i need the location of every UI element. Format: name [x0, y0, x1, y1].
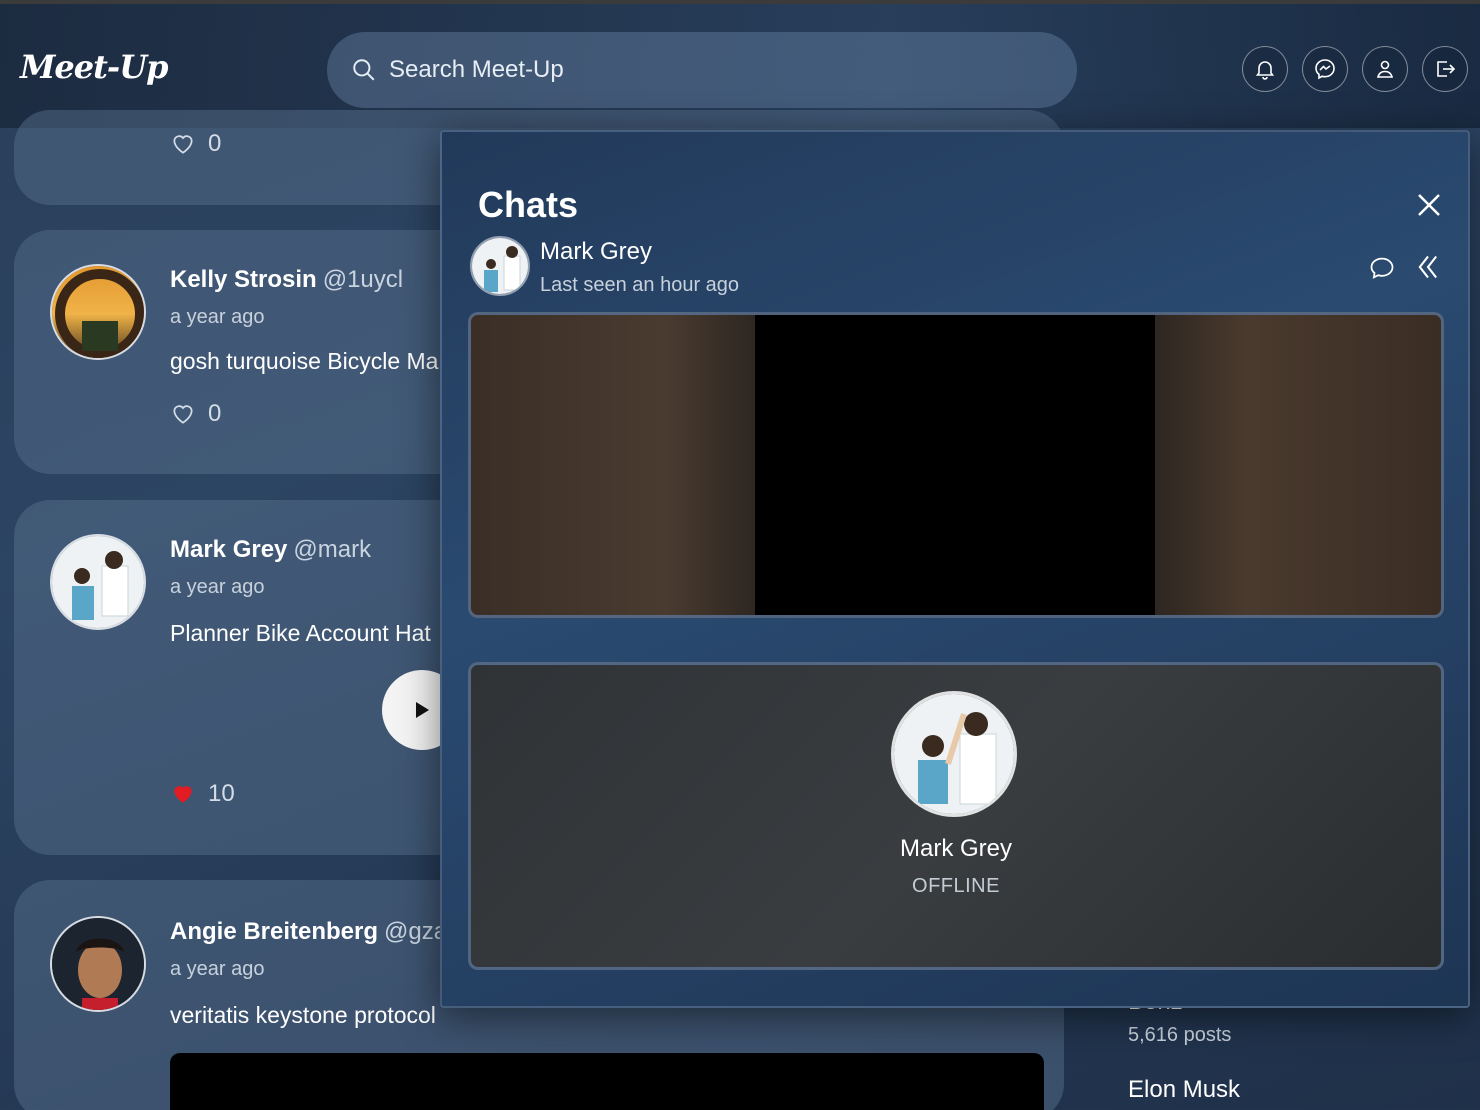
sidebar-user-name[interactable]: Elon Musk [1128, 1076, 1240, 1104]
post-text: veritatis keystone protocol [170, 1002, 436, 1028]
contact-avatar[interactable] [470, 236, 530, 296]
chat-bubble-icon[interactable] [1368, 254, 1396, 282]
profile-button[interactable] [1362, 46, 1408, 92]
post-time: a year ago [170, 958, 265, 980]
author-handle: @1uycl [322, 266, 404, 293]
avatar[interactable] [50, 264, 146, 360]
post-author: Mark Grey @mark [170, 536, 371, 564]
post-time: a year ago [170, 306, 265, 328]
notifications-button[interactable] [1242, 46, 1288, 92]
avatar[interactable] [50, 534, 146, 630]
like-count: 0 [208, 400, 222, 427]
user-icon [1376, 60, 1394, 78]
double-chevron-left-icon[interactable] [1414, 252, 1442, 282]
like-count: 0 [208, 130, 222, 157]
local-video-panel[interactable]: Mark Grey OFFLINE [468, 662, 1444, 970]
contact-status: Last seen an hour ago [540, 274, 740, 296]
heart-outline-icon [173, 405, 193, 424]
top-bar: Meet-Up Search Meet-Up [0, 0, 1480, 128]
remote-video-feed [755, 315, 1155, 615]
post-author: Kelly Strosin @1uycl [170, 266, 403, 294]
post-text: gosh turquoise Bicycle Ma [170, 348, 439, 374]
local-user-name: Mark Grey [899, 835, 1012, 862]
post-text: Planner Bike Account Hat [170, 620, 431, 646]
heart-filled-icon [174, 786, 192, 803]
author-handle: @mark [293, 536, 372, 563]
like-button[interactable]: 0 [170, 130, 221, 158]
sidebar-user-posts: 5,616 posts [1128, 1024, 1232, 1046]
messenger-button[interactable] [1302, 46, 1348, 92]
local-user-status: OFFLINE [912, 875, 1000, 897]
play-icon [416, 702, 429, 718]
app-logo[interactable]: Meet-Up [20, 48, 168, 86]
post-author: Angie Breitenberg @gza [170, 918, 447, 946]
chats-modal: Chats Mark Grey Last seen an hour ago Ma… [440, 130, 1470, 1008]
author-name[interactable]: Kelly Strosin [170, 266, 317, 293]
search-bar[interactable]: Search Meet-Up [327, 32, 1077, 108]
contact-name[interactable]: Mark Grey [540, 238, 652, 266]
like-button[interactable]: 10 [170, 780, 235, 808]
author-name[interactable]: Angie Breitenberg [170, 918, 378, 945]
search-input[interactable]: Search Meet-Up [389, 56, 564, 84]
messenger-icon [1315, 59, 1335, 80]
heart-outline-icon [173, 135, 193, 154]
search-icon [353, 59, 375, 81]
logout-button[interactable] [1422, 46, 1468, 92]
logout-icon [1437, 61, 1456, 77]
author-handle: @gza [384, 918, 448, 945]
like-count: 10 [208, 780, 235, 807]
chats-title: Chats [478, 184, 579, 225]
bell-icon [1255, 61, 1275, 80]
avatar[interactable] [50, 916, 146, 1012]
remote-video-panel[interactable] [468, 312, 1444, 618]
post-time: a year ago [170, 576, 265, 598]
author-name[interactable]: Mark Grey [170, 536, 287, 563]
post-media[interactable] [170, 1053, 1044, 1110]
local-avatar [891, 691, 1017, 817]
like-button[interactable]: 0 [170, 400, 221, 428]
close-icon[interactable] [1414, 190, 1444, 220]
